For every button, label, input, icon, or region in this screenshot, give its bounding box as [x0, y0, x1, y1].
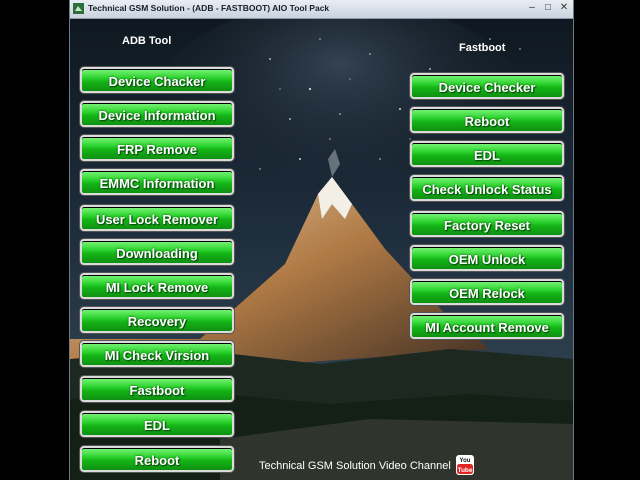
adb-mi-lock-remove-button[interactable]: MI Lock Remove [80, 273, 234, 299]
fastboot-oem-relock-button[interactable]: OEM Relock [410, 279, 564, 305]
fastboot-device-checker-button[interactable]: Device Checker [410, 73, 564, 99]
adb-device-checker-button[interactable]: Device Chacker [80, 67, 234, 93]
adb-reboot-button[interactable]: Reboot [80, 446, 234, 472]
minimize-button[interactable]: – [525, 2, 539, 14]
fastboot-reboot-button[interactable]: Reboot [410, 107, 564, 133]
adb-fastboot-button[interactable]: Fastboot [80, 376, 234, 402]
close-button[interactable]: ✕ [557, 2, 571, 14]
fastboot-check-unlock-status-button[interactable]: Check Unlock Status [410, 175, 564, 201]
adb-mi-check-version-button[interactable]: MI Check Virsion [80, 341, 234, 367]
adb-frp-remove-button[interactable]: FRP Remove [80, 135, 234, 161]
fastboot-factory-reset-button[interactable]: Factory Reset [410, 211, 564, 237]
adb-user-lock-remover-button[interactable]: User Lock Remover [80, 205, 234, 231]
fastboot-edl-button[interactable]: EDL [410, 141, 564, 167]
fastboot-oem-unlock-button[interactable]: OEM Unlock [410, 245, 564, 271]
fastboot-heading: Fastboot [459, 42, 506, 54]
fastboot-mi-account-remove-button[interactable]: MI Account Remove [410, 313, 564, 339]
channel-label: Technical GSM Solution Video Channel [259, 460, 451, 472]
window-title: Technical GSM Solution - (ADB - FASTBOOT… [88, 3, 330, 13]
title-bar: Technical GSM Solution - (ADB - FASTBOOT… [70, 0, 573, 19]
app-window: Technical GSM Solution - (ADB - FASTBOOT… [69, 0, 574, 480]
adb-emmc-information-button[interactable]: EMMC Information [80, 169, 234, 195]
adb-edl-button[interactable]: EDL [80, 411, 234, 437]
adb-tool-heading: ADB Tool [122, 35, 172, 47]
adb-downloading-button[interactable]: Downloading [80, 239, 234, 265]
youtube-icon[interactable]: You Tube [455, 454, 475, 476]
adb-device-information-button[interactable]: Device Information [80, 101, 234, 127]
youtube-you-text: You [460, 458, 471, 464]
maximize-button[interactable]: □ [541, 2, 555, 14]
adb-recovery-button[interactable]: Recovery [80, 307, 234, 333]
youtube-tube-text: Tube [457, 467, 472, 474]
app-icon [73, 3, 84, 14]
